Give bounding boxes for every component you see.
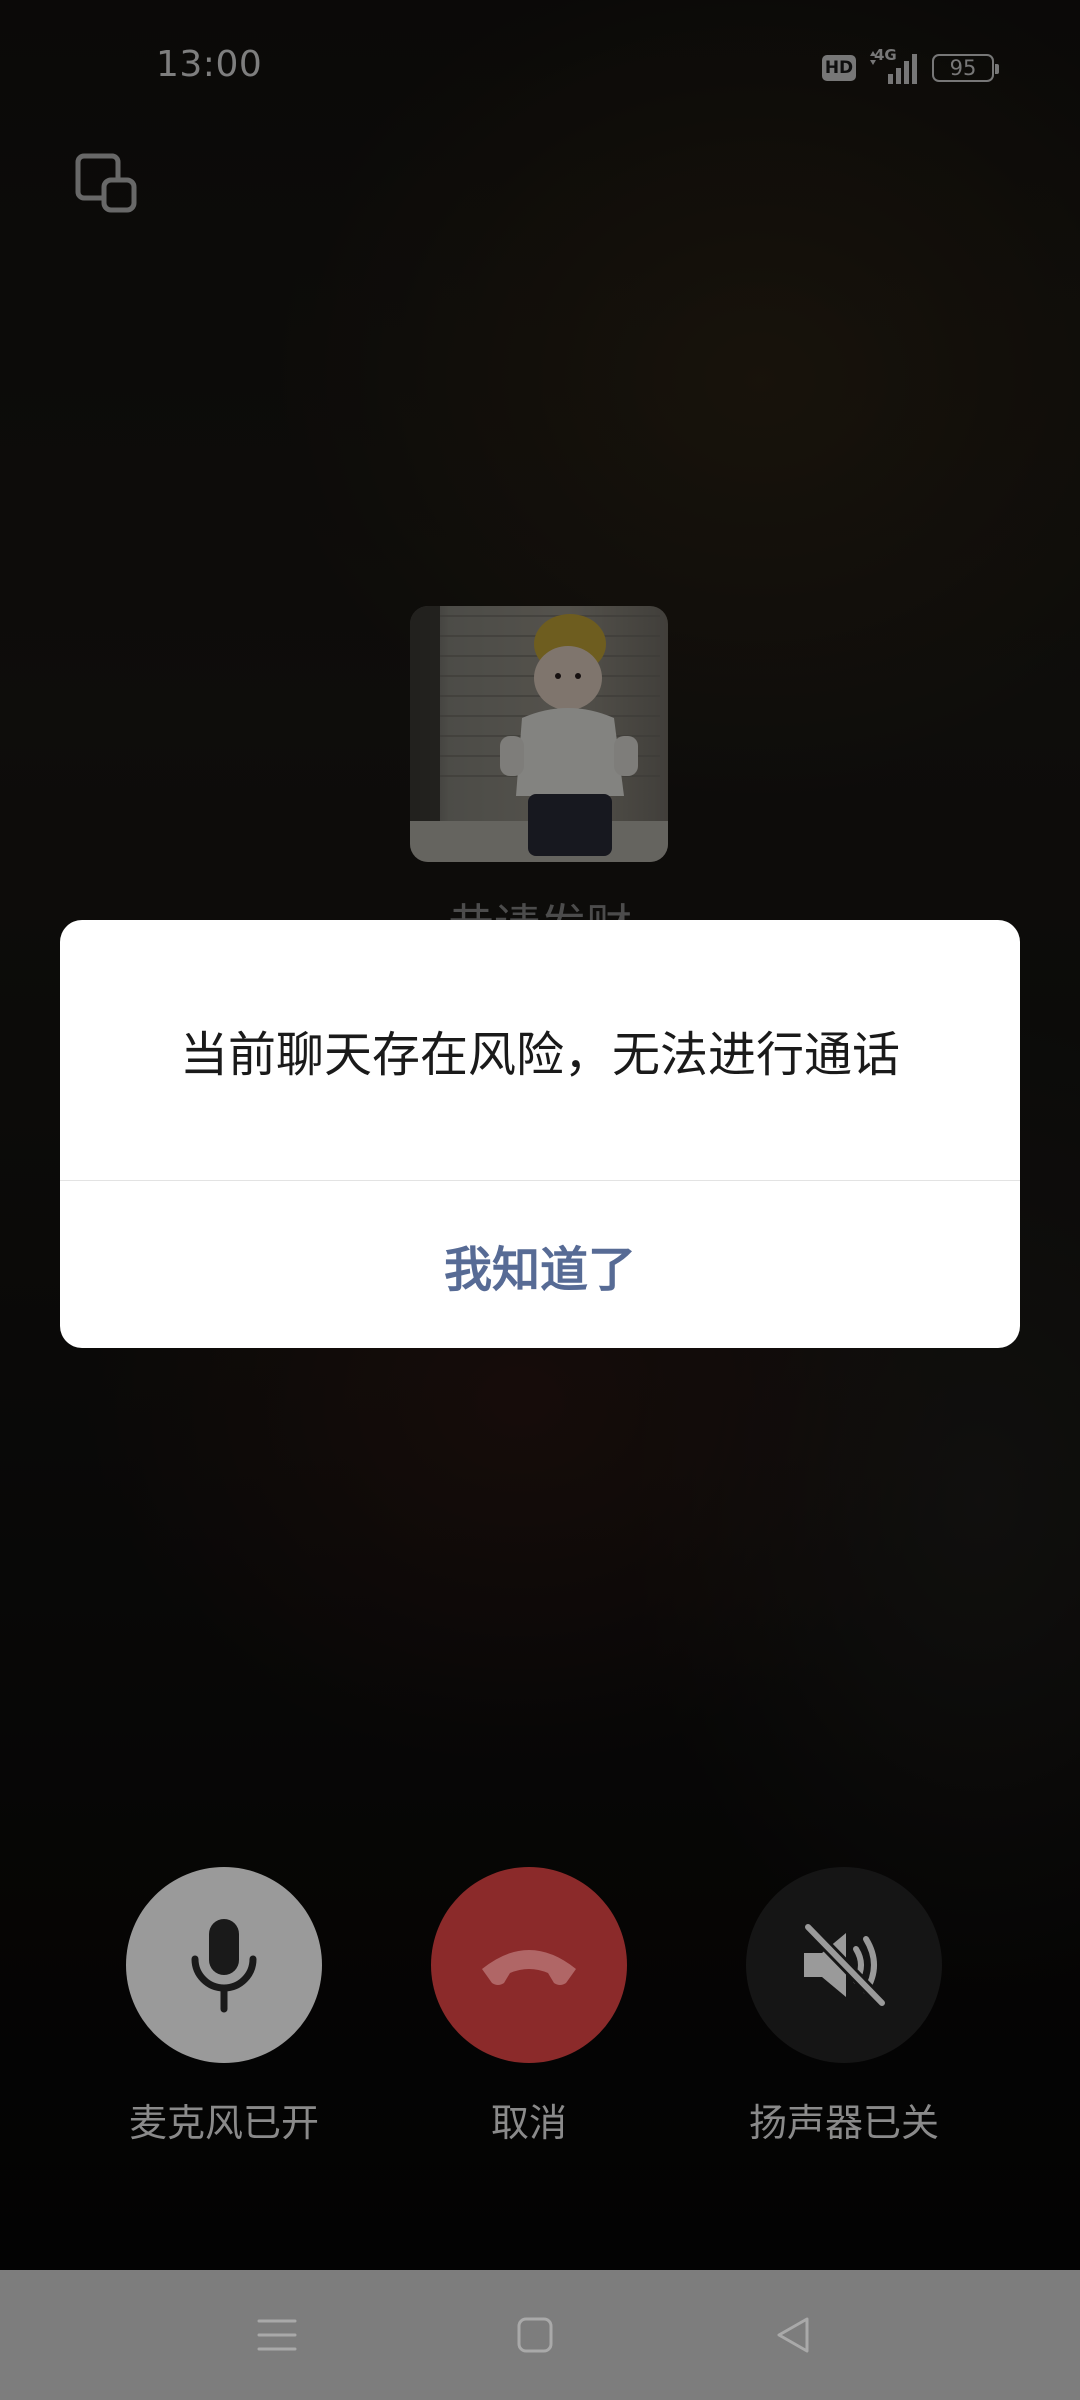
voice-call-screen: 13:00 HD 4G 95 当前聊天存在风险，无法进行通话 我知道了 麦克风已…	[0, 0, 1080, 2400]
microphone-button[interactable]	[126, 1867, 322, 2063]
speaker-label: 扬声器已关	[748, 2101, 939, 2145]
risk-alert-dialog: 当前聊天存在风险，无法进行通话 我知道了	[60, 920, 1020, 1348]
speaker-button[interactable]	[746, 1867, 942, 2063]
home-icon[interactable]	[500, 2300, 570, 2370]
microphone-icon	[191, 1919, 257, 2013]
hangup-button[interactable]	[431, 1867, 627, 2063]
system-nav-bar	[0, 2270, 1080, 2400]
microphone-label: 麦克风已开	[128, 2101, 319, 2145]
cancel-label: 取消	[490, 2101, 567, 2145]
got-it-button[interactable]: 我知道了	[60, 1181, 1020, 1348]
phone-hangup-icon	[482, 1950, 576, 1985]
speaker-muted-icon	[803, 1922, 887, 2008]
menu-icon[interactable]	[242, 2300, 312, 2370]
back-icon[interactable]	[758, 2300, 828, 2370]
dialog-message: 当前聊天存在风险，无法进行通话	[179, 1027, 900, 1083]
